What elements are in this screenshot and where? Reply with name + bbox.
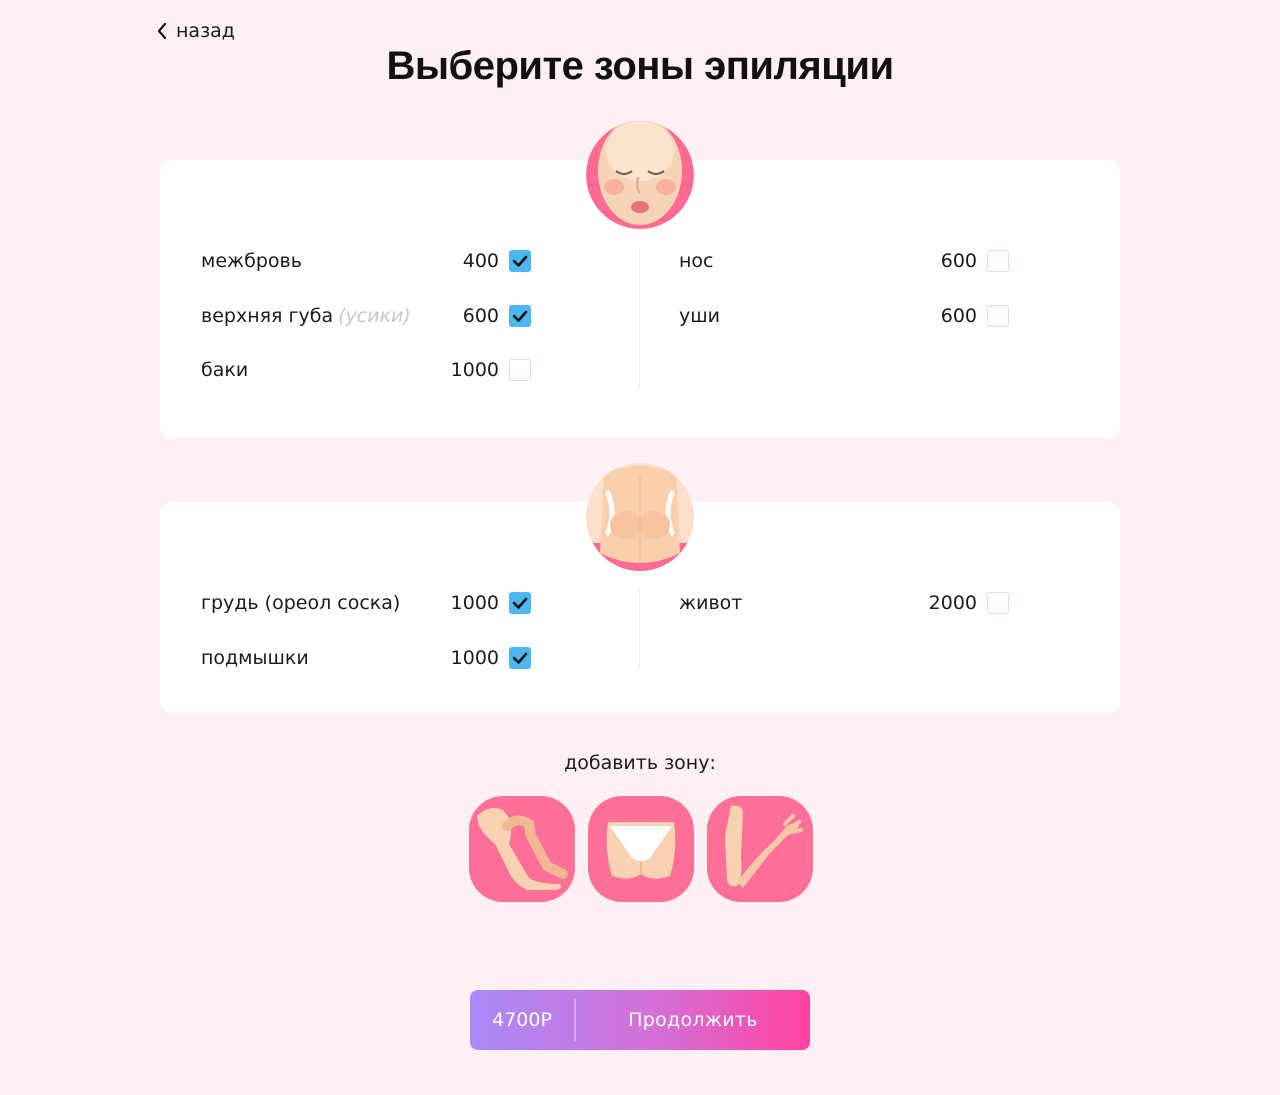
zone-checkbox[interactable] [509,592,531,614]
zone-row-mezhbrov[interactable]: межбровь 400 [201,248,531,274]
zone-price: 600 [940,250,977,272]
continue-label: Продолжить [628,1009,758,1031]
zone-hint: (усики) [338,305,411,327]
zone-price: 1000 [450,592,499,614]
zone-label: подмышки [201,647,309,669]
bikini-icon [588,796,694,902]
zone-price: 2000 [928,592,977,614]
face-zones-card: межбровь 400 верхняя губа (усики) 600 ба… [160,121,1120,438]
continue-button[interactable]: 4700Р Продолжить [470,990,810,1050]
zone-checkbox[interactable] [987,250,1009,272]
zone-row-baki[interactable]: баки 1000 [201,357,531,383]
zone-checkbox[interactable] [509,359,531,381]
page-title: Выберите зоны эпиляции [386,44,894,88]
zone-checkbox[interactable] [509,647,531,669]
zone-row-ears[interactable]: уши 600 [679,303,1009,329]
arms-icon [707,796,813,902]
face-icon [586,121,694,229]
zone-label: уши [679,305,720,327]
zone-price: 1000 [450,647,499,669]
zone-label: нос [679,250,714,272]
zone-price: 1000 [450,359,499,381]
back-link[interactable]: назад [156,20,235,42]
torso-icon [586,463,694,571]
add-zone-label: добавить зону: [564,752,716,774]
zone-label: грудь (ореол соска) [201,592,401,614]
zone-row-upper-lip[interactable]: верхняя губа (усики) 600 [201,303,531,329]
add-legs-button[interactable] [469,796,575,902]
zone-label: баки [201,359,249,381]
total-price: 4700Р [492,1009,552,1031]
zone-label: верхняя губа [201,305,334,327]
zone-checkbox[interactable] [987,305,1009,327]
add-zone-buttons [469,796,813,902]
add-bikini-button[interactable] [588,796,694,902]
column-divider [639,590,640,670]
add-arms-button[interactable] [707,796,813,902]
zone-row-nose[interactable]: нос 600 [679,248,1009,274]
zone-checkbox[interactable] [509,250,531,272]
chevron-left-icon [156,22,168,40]
zone-price: 600 [462,305,499,327]
body-zones-card: грудь (ореол соска) 1000 подмышки 1000 ж… [160,463,1120,713]
zone-price: 400 [462,250,499,272]
zone-row-belly[interactable]: живот 2000 [679,590,1009,616]
zone-checkbox[interactable] [509,305,531,327]
zone-price: 600 [940,305,977,327]
zone-selection-page: назад Выберите зоны эпиляции межбровь 40… [0,0,1280,1095]
zone-row-armpits[interactable]: подмышки 1000 [201,645,531,671]
column-divider [639,248,640,390]
zone-label: межбровь [201,250,302,272]
zone-label: живот [679,592,743,614]
zone-row-breast[interactable]: грудь (ореол соска) 1000 [201,590,531,616]
legs-icon [469,796,575,902]
zone-checkbox[interactable] [987,592,1009,614]
back-label: назад [176,20,235,42]
